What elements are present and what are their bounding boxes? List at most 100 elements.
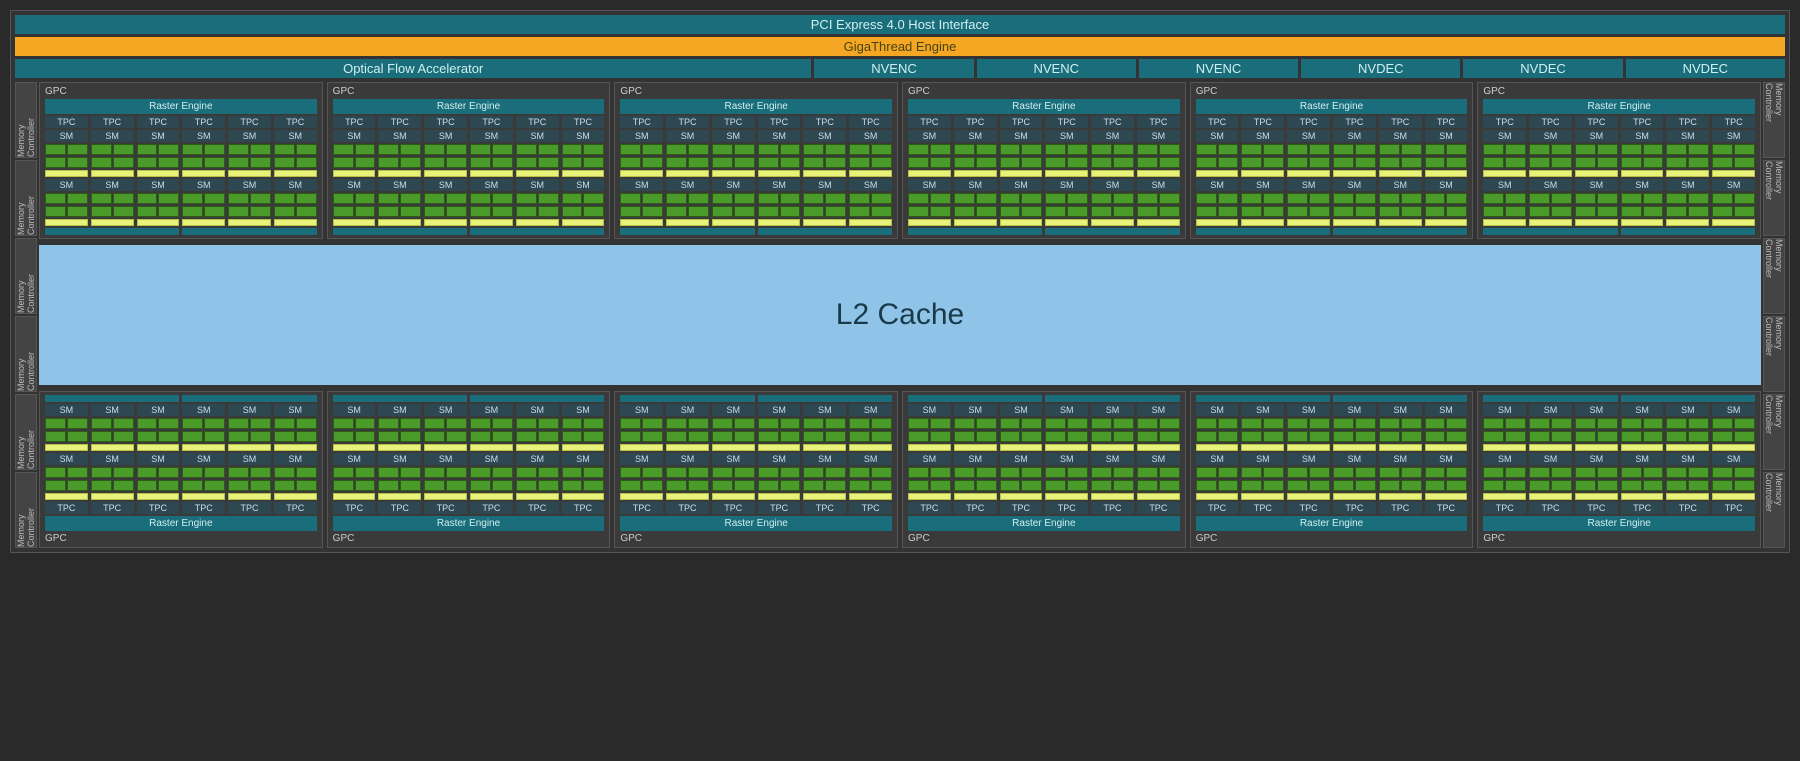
- tpc-label: TPC: [1425, 502, 1468, 514]
- sm-core-group: [1575, 206, 1618, 217]
- sm-core-group: [620, 418, 663, 429]
- sm-core-group: [562, 480, 605, 491]
- sm-label: SM: [378, 179, 421, 191]
- gpc-block: GPCRaster EngineTPCTPCTPCTPCTPCTPCSMSMSM…: [614, 82, 898, 239]
- sm-core-group: [137, 206, 180, 217]
- sm-rt-core: [1621, 444, 1664, 451]
- sm-label: SM: [1091, 179, 1134, 191]
- sm-label: SM: [1137, 453, 1180, 465]
- sm-rt-core: [137, 219, 180, 226]
- sm-core-group: [803, 206, 846, 217]
- tpc-label: TPC: [91, 502, 134, 514]
- sm-rt-core: [45, 170, 88, 177]
- gpc-label: GPC: [906, 533, 1182, 544]
- sm-label: SM: [1379, 453, 1422, 465]
- sm-core-group: [1529, 431, 1572, 442]
- sm-core-group: [1712, 418, 1755, 429]
- nvdec-block: NVDEC: [1301, 59, 1460, 78]
- sm-rt-core: [803, 219, 846, 226]
- sm-core-group: [91, 206, 134, 217]
- sm-rt-core: [1000, 219, 1043, 226]
- tpc-label: TPC: [1621, 502, 1664, 514]
- sm-rt-core: [1045, 170, 1088, 177]
- sm-core-group: [562, 157, 605, 168]
- sm-label: SM: [1712, 179, 1755, 191]
- tpc-label: TPC: [228, 116, 271, 128]
- sm-rt-core: [378, 219, 421, 226]
- sm-core-group: [758, 206, 801, 217]
- sm-label: SM: [1196, 179, 1239, 191]
- sm-core-group: [182, 431, 225, 442]
- sm-label: SM: [1666, 130, 1709, 142]
- sm-label: SM: [849, 179, 892, 191]
- sm-core-group: [712, 467, 755, 478]
- sm-core-group: [1045, 480, 1088, 491]
- sm-core-group: [45, 206, 88, 217]
- sm-label: SM: [333, 404, 376, 416]
- sm-rt-core: [1666, 219, 1709, 226]
- sm-core-group: [1666, 157, 1709, 168]
- sm-rt-core: [333, 493, 376, 500]
- sm-label: SM: [91, 404, 134, 416]
- sm-label: SM: [1712, 130, 1755, 142]
- tpc-label: TPC: [1575, 502, 1618, 514]
- sm-core-group: [1287, 193, 1330, 204]
- sm-core-group: [274, 157, 317, 168]
- sm-label: SM: [45, 404, 88, 416]
- sm-core-group: [424, 418, 467, 429]
- sm-label: SM: [1575, 130, 1618, 142]
- sm-core-group: [228, 418, 271, 429]
- sm-rt-core: [1529, 493, 1572, 500]
- sm-label: SM: [562, 130, 605, 142]
- gpc-block: GPCRaster EngineTPCTPCTPCTPCTPCTPCSMSMSM…: [327, 82, 611, 239]
- tpc-label: TPC: [562, 502, 605, 514]
- sm-core-group: [1045, 193, 1088, 204]
- sm-rt-core: [137, 493, 180, 500]
- sm-core-group: [758, 480, 801, 491]
- sm-rt-core: [1621, 170, 1664, 177]
- sm-rt-core: [908, 444, 951, 451]
- sm-label: SM: [1425, 179, 1468, 191]
- raster-engine: Raster Engine: [45, 516, 317, 531]
- sm-core-group: [1425, 206, 1468, 217]
- sm-core-group: [666, 467, 709, 478]
- sm-core-group: [1483, 418, 1526, 429]
- sm-core-group: [470, 157, 513, 168]
- sm-rt-core: [1137, 493, 1180, 500]
- tpc-label: TPC: [1000, 502, 1043, 514]
- sm-rt-core: [274, 493, 317, 500]
- sm-core-group: [1529, 480, 1572, 491]
- sm-label: SM: [562, 453, 605, 465]
- sm-rt-core: [516, 493, 559, 500]
- sm-label: SM: [1000, 404, 1043, 416]
- tpc-label: TPC: [712, 502, 755, 514]
- sm-core-group: [1483, 467, 1526, 478]
- center-column: GPCRaster EngineTPCTPCTPCTPCTPCTPCSMSMSM…: [39, 82, 1761, 548]
- sm-label: SM: [1425, 404, 1468, 416]
- sm-rt-core: [182, 493, 225, 500]
- sm-core-group: [1333, 157, 1376, 168]
- sm-label: SM: [1196, 404, 1239, 416]
- sm-rt-core: [1621, 219, 1664, 226]
- sm-rt-core: [1287, 170, 1330, 177]
- sm-rt-core: [758, 493, 801, 500]
- sm-core-group: [1575, 480, 1618, 491]
- sm-rt-core: [470, 219, 513, 226]
- tpc-label: TPC: [45, 116, 88, 128]
- sm-core-group: [1333, 144, 1376, 155]
- l2-cache: L2 Cache: [39, 245, 1761, 385]
- tpc-label: TPC: [1045, 502, 1088, 514]
- sm-core-group: [1575, 193, 1618, 204]
- sm-core-group: [1379, 206, 1422, 217]
- gpc-label: GPC: [1194, 86, 1470, 97]
- sm-core-group: [1621, 467, 1664, 478]
- sm-rt-core: [1091, 219, 1134, 226]
- tpc-label: TPC: [954, 116, 997, 128]
- sm-core-group: [908, 480, 951, 491]
- sm-label: SM: [424, 130, 467, 142]
- sm-core-group: [954, 431, 997, 442]
- sm-core-group: [91, 467, 134, 478]
- sm-core-group: [1241, 157, 1284, 168]
- sm-core-group: [620, 467, 663, 478]
- sm-rt-core: [1241, 170, 1284, 177]
